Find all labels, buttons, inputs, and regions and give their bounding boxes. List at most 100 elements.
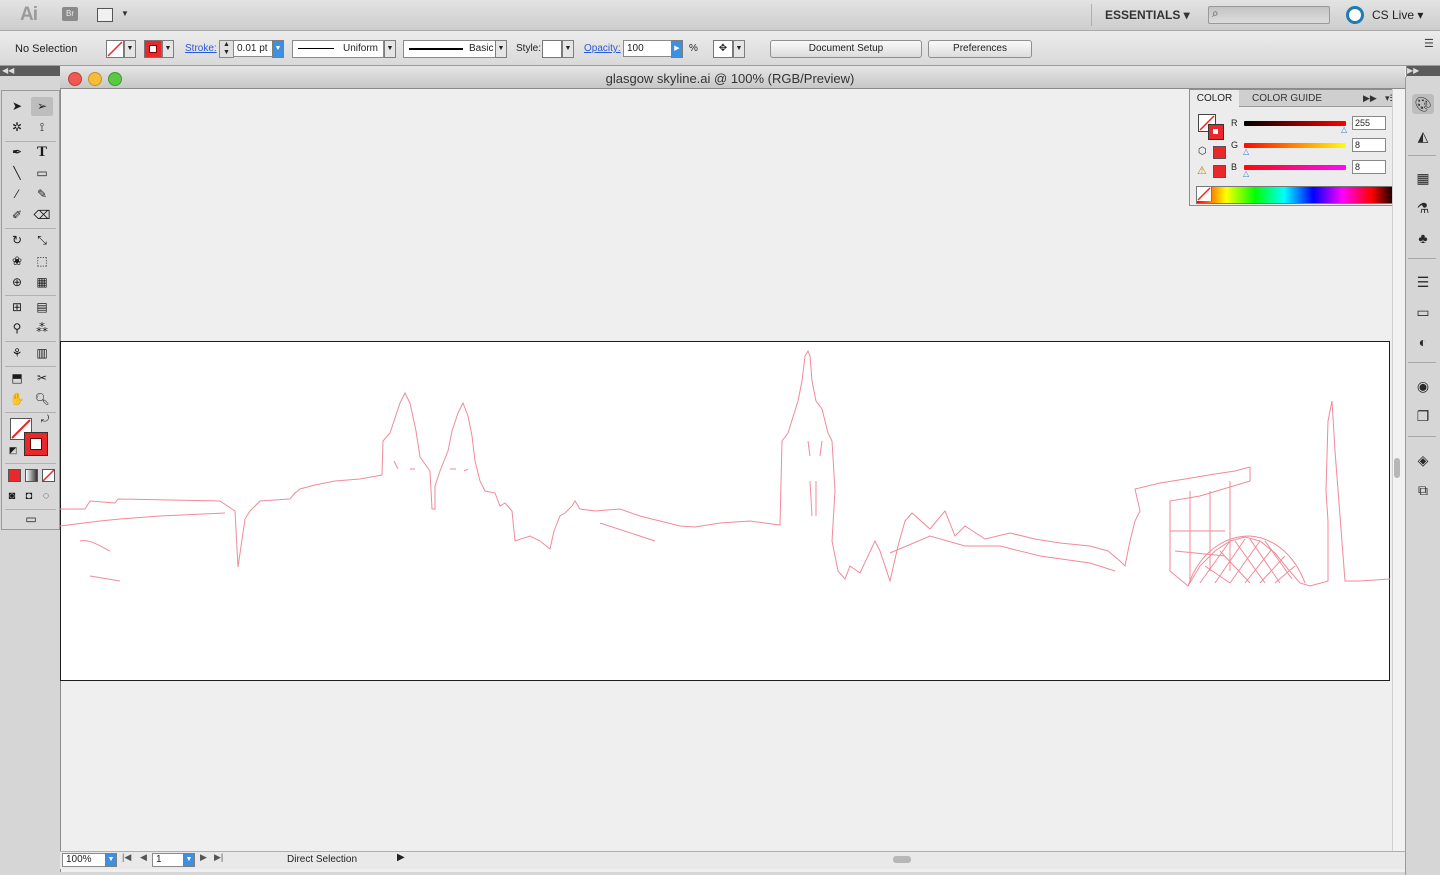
symbols-panel-icon[interactable]: ♣ [1412, 228, 1434, 248]
status-tool-label[interactable]: Direct Selection [287, 854, 357, 865]
brushes-panel-icon[interactable]: ⚗ [1412, 198, 1434, 218]
channel-r-slider[interactable] [1244, 121, 1346, 126]
control-bar-menu-icon[interactable]: ☰ [1424, 37, 1434, 50]
previous-artboard-icon[interactable]: ◀ [140, 852, 147, 863]
stroke-swatch[interactable] [144, 40, 162, 58]
slider-handle-icon[interactable]: △ [1341, 125, 1347, 134]
stroke-weight-dropdown[interactable]: ▼ [272, 40, 284, 58]
gradient-mode-button[interactable] [25, 469, 38, 482]
glasgow-skyline-artwork[interactable] [60, 341, 1390, 681]
artboards-panel-icon[interactable]: ⧉ [1412, 480, 1434, 500]
stroke-color-box[interactable] [24, 432, 48, 456]
blend-tool-icon[interactable]: ⁂ [31, 319, 53, 338]
slider-handle-icon[interactable]: △ [1243, 147, 1249, 156]
document-setup-button[interactable]: Document Setup [770, 40, 922, 58]
cs-live-menu[interactable]: CS Live ▾ [1372, 8, 1423, 22]
variable-width-dropdown[interactable]: ▼ [384, 40, 396, 58]
color-panel-stroke-box[interactable] [1208, 124, 1224, 140]
vertical-scroll-thumb[interactable] [1394, 458, 1400, 478]
pen-tool-icon[interactable]: ✒ [6, 143, 28, 162]
zoom-level-field[interactable]: 100% [62, 853, 108, 867]
stroke-weight-field[interactable]: 0.01 pt [233, 40, 273, 57]
perspective-grid-tool-icon[interactable]: ▦ [31, 273, 53, 292]
transparency-panel-icon[interactable]: ◐ [1412, 332, 1434, 352]
first-artboard-icon[interactable]: |◀ [122, 852, 131, 863]
chevron-down-icon[interactable]: ▼ [121, 9, 129, 18]
type-tool-icon[interactable]: T [31, 143, 53, 162]
shape-builder-tool-icon[interactable]: ⊕ [6, 273, 28, 292]
stroke-weight-stepper[interactable]: ▲ ▼ [219, 40, 234, 58]
search-input[interactable] [1208, 6, 1330, 24]
zoom-tool-icon[interactable]: 🔍︎ [31, 390, 53, 409]
opacity-dropdown[interactable]: ▶ [671, 40, 683, 58]
gradient-panel-icon[interactable]: ▭ [1412, 302, 1434, 322]
blob-brush-tool-icon[interactable]: ✐ [6, 206, 28, 225]
warp-tool-icon[interactable]: ❀ [6, 252, 28, 271]
selection-tool-icon[interactable]: ➤ [6, 97, 28, 116]
rotate-tool-icon[interactable]: ↻ [6, 231, 28, 250]
column-graph-tool-icon[interactable]: ▥ [31, 344, 53, 363]
color-spectrum-bar[interactable] [1196, 186, 1396, 204]
none-color-button[interactable] [1197, 187, 1212, 201]
stroke-dropdown[interactable]: ▼ [162, 40, 174, 58]
none-mode-button[interactable] [42, 469, 55, 482]
variable-width-profile[interactable]: Uniform [292, 40, 384, 58]
channel-g-field[interactable]: 8 [1352, 138, 1386, 152]
opacity-field[interactable]: 100 [623, 40, 673, 57]
artboard-tool-icon[interactable]: ⬒ [6, 369, 28, 388]
direct-selection-tool-icon[interactable]: ➢ [31, 97, 53, 116]
paintbrush-tool-icon[interactable]: ⁄ [6, 185, 28, 204]
channel-r-field[interactable]: 255 [1352, 116, 1386, 130]
slice-tool-icon[interactable]: ✂ [31, 369, 53, 388]
swap-fill-stroke-icon[interactable]: ⤾ [38, 413, 52, 427]
tab-color[interactable]: COLOR [1190, 90, 1239, 107]
eraser-tool-icon[interactable]: ⌫ [31, 206, 53, 225]
bridge-button[interactable]: Br [62, 7, 78, 21]
graphic-style-swatch[interactable] [542, 40, 562, 58]
fill-dropdown[interactable]: ▼ [124, 40, 136, 58]
color-mode-button[interactable] [8, 469, 21, 482]
draw-normal-icon[interactable]: ◙ [4, 487, 20, 506]
mesh-tool-icon[interactable]: ⊞ [6, 298, 28, 317]
zoom-dropdown[interactable]: ▼ [105, 853, 117, 867]
scale-tool-icon[interactable]: ⤡ [31, 231, 53, 250]
collapse-panel-icon[interactable]: ▶▶ [1363, 93, 1377, 104]
preferences-button[interactable]: Preferences [928, 40, 1032, 58]
stroke-panel-icon[interactable]: ☰ [1412, 272, 1434, 292]
swatches-panel-icon[interactable]: ▦ [1412, 168, 1434, 188]
rectangle-tool-icon[interactable]: ▭ [31, 164, 53, 183]
stroke-panel-link[interactable]: Stroke: [185, 43, 217, 54]
recolor-artwork-icon[interactable]: ✥ [713, 40, 733, 58]
tab-color-guide[interactable]: COLOR GUIDE [1252, 90, 1322, 107]
horizontal-scroll-thumb[interactable] [893, 856, 911, 863]
out-of-web-gamut-icon[interactable]: ⬡ [1198, 146, 1207, 157]
fill-swatch[interactable] [106, 40, 124, 58]
channel-b-slider[interactable] [1244, 165, 1346, 170]
pencil-tool-icon[interactable]: ✎ [31, 185, 53, 204]
eyedropper-tool-icon[interactable]: ⚲ [6, 319, 28, 338]
web-safe-color-swatch[interactable] [1213, 146, 1226, 159]
draw-behind-icon[interactable]: ◘ [21, 487, 37, 506]
artboard-dropdown[interactable]: ▼ [183, 853, 195, 867]
last-artboard-icon[interactable]: ▶| [214, 852, 223, 863]
screen-mode-icon[interactable]: ▭ [18, 510, 44, 529]
appearance-panel-icon[interactable]: ◉ [1412, 376, 1434, 396]
default-fill-stroke-icon[interactable]: ◩ [6, 443, 20, 457]
gradient-tool-icon[interactable]: ▤ [31, 298, 53, 317]
gamut-color-swatch[interactable] [1213, 165, 1226, 178]
brush-dropdown[interactable]: ▼ [495, 40, 507, 58]
layers-panel-icon[interactable]: ◈ [1412, 450, 1434, 470]
workspace-switcher[interactable]: ESSENTIALS ▾ [1105, 8, 1190, 22]
channel-b-field[interactable]: 8 [1352, 160, 1386, 174]
hand-tool-icon[interactable]: ✋ [6, 390, 28, 409]
color-guide-panel-icon[interactable]: ◭ [1412, 126, 1434, 146]
symbol-sprayer-tool-icon[interactable]: ⚘ [6, 344, 28, 363]
magic-wand-tool-icon[interactable]: ✲ [6, 118, 28, 137]
slider-handle-icon[interactable]: △ [1243, 169, 1249, 178]
line-tool-icon[interactable]: ╲ [6, 164, 28, 183]
brush-definition[interactable]: Basic [403, 40, 498, 58]
recolor-dropdown[interactable]: ▼ [733, 40, 745, 58]
free-transform-tool-icon[interactable]: ⬚ [31, 252, 53, 271]
status-menu-arrow-icon[interactable]: ▶ [397, 852, 405, 863]
arrange-documents-button[interactable] [97, 8, 113, 22]
